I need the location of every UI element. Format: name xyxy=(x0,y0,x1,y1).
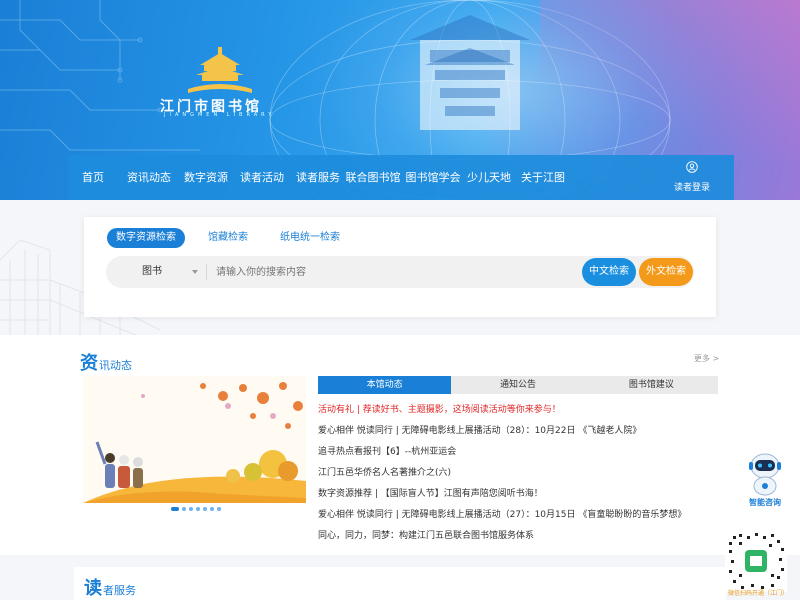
list-item[interactable]: 追寻热点看报刊【6】--杭州亚运会 xyxy=(318,444,718,465)
carousel-dot[interactable] xyxy=(182,507,186,511)
list-item[interactable]: 爱心相伴 悦读同行 | 无障碍电影线上展播活动（28）：10月22日 《飞越老人… xyxy=(318,423,718,444)
tab-digital-search[interactable]: 数字资源检索 xyxy=(107,228,185,248)
nav-item-union[interactable]: 联合图书馆 xyxy=(344,155,402,200)
nav-item-children[interactable]: 少儿天地 xyxy=(464,155,514,200)
nav-item-activities[interactable]: 读者活动 xyxy=(232,155,292,200)
carousel-dot[interactable] xyxy=(171,507,179,511)
reader-services-card xyxy=(74,567,726,600)
list-item[interactable]: 江门五邑华侨名人名著推介之(六) xyxy=(318,465,718,486)
divider xyxy=(206,264,207,280)
carousel-dot[interactable] xyxy=(189,507,193,511)
carousel-dot[interactable] xyxy=(217,507,221,511)
login-label: 读者登录 xyxy=(673,183,710,193)
chinese-search-button[interactable]: 中文检索 xyxy=(582,258,636,286)
foreign-search-button[interactable]: 外文检索 xyxy=(639,258,693,286)
chevron-down-icon xyxy=(192,270,198,274)
login-button[interactable]: 读者登录 xyxy=(672,161,712,193)
nav-item-digital[interactable]: 数字资源 xyxy=(180,155,232,200)
list-item[interactable]: 数字资源推荐 | 【国际盲人节】江图有声陪您阅听书海！ xyxy=(318,486,718,507)
section-title-reader: 读 者服务 xyxy=(84,574,136,600)
section-title-news: 资 讯动态 xyxy=(80,349,132,375)
tab-collection-search[interactable]: 馆藏检索 xyxy=(199,228,257,248)
autumn-illustration xyxy=(83,376,306,503)
carousel-dot[interactable] xyxy=(196,507,200,511)
section-title-rest: 讯动态 xyxy=(99,359,132,372)
search-type-select[interactable]: 图书 xyxy=(106,256,206,288)
news-list: 活动有礼 | 荐读好书、主题摄影，这场阅读活动等你来参与！ 爱心相伴 悦读同行 … xyxy=(318,402,718,549)
tab-suggestions[interactable]: 图书馆建议 xyxy=(585,376,718,394)
section-title-rest: 者服务 xyxy=(103,584,136,597)
carousel-dots xyxy=(171,507,224,511)
news-tabs: 本馆动态 通知公告 图书馆建议 xyxy=(318,376,718,394)
nav-item-home[interactable]: 首页 xyxy=(68,155,118,200)
news-carousel-image[interactable] xyxy=(83,376,306,503)
carousel-dot[interactable] xyxy=(210,507,214,511)
search-bar: 图书 中文检索 外文检索 xyxy=(106,256,694,288)
news-section: 资 讯动态 更多 > 本馆动态 通知公告 图书馆建议 活动有礼 | 荐读好书、主… xyxy=(0,335,800,555)
library-name-en: JIANGMEN LIBRARY xyxy=(164,112,276,118)
qr-code-label: 微信扫码开通（江门） xyxy=(727,590,788,597)
list-item[interactable]: 活动有礼 | 荐读好书、主题摄影，这场阅读活动等你来参与！ xyxy=(318,402,718,423)
list-item[interactable]: 爱心相伴 悦读同行 | 无障碍电影线上展播活动（27）：10月15日 《盲童聪盼… xyxy=(318,507,718,528)
more-link[interactable]: 更多 > xyxy=(694,353,719,364)
wechat-qr-code[interactable] xyxy=(725,530,787,592)
search-tabs: 数字资源检索 馆藏检索 纸电统一检索 xyxy=(107,228,363,248)
search-type-value: 图书 xyxy=(142,266,162,277)
user-icon xyxy=(686,161,698,173)
search-panel: 数字资源检索 馆藏检索 纸电统一检索 图书 中文检索 外文检索 xyxy=(84,217,716,317)
nav-item-society[interactable]: 图书馆学会 xyxy=(402,155,464,200)
carousel-dot[interactable] xyxy=(203,507,207,511)
list-item[interactable]: 同心，同力，同梦：构建江门五邑联合图书馆服务体系 xyxy=(318,528,718,549)
main-nav: 首页 资讯动态 数字资源 读者活动 读者服务 联合图书馆 图书馆学会 少儿天地 … xyxy=(68,155,734,200)
header-pink-gradient xyxy=(540,0,800,160)
section-title-initial: 资 xyxy=(80,353,98,374)
tab-notices[interactable]: 通知公告 xyxy=(451,376,584,394)
section-title-initial: 读 xyxy=(84,578,102,599)
nav-item-services[interactable]: 读者服务 xyxy=(292,155,344,200)
tab-library-news[interactable]: 本馆动态 xyxy=(318,376,452,394)
nav-item-news[interactable]: 资讯动态 xyxy=(118,155,180,200)
robot-assistant-label[interactable]: 智能咨询 xyxy=(742,497,788,508)
tab-unified-search[interactable]: 纸电统一检索 xyxy=(271,228,349,248)
nav-item-about[interactable]: 关于江图 xyxy=(514,155,572,200)
search-input[interactable] xyxy=(216,262,576,282)
qr-code-icon xyxy=(725,530,787,592)
